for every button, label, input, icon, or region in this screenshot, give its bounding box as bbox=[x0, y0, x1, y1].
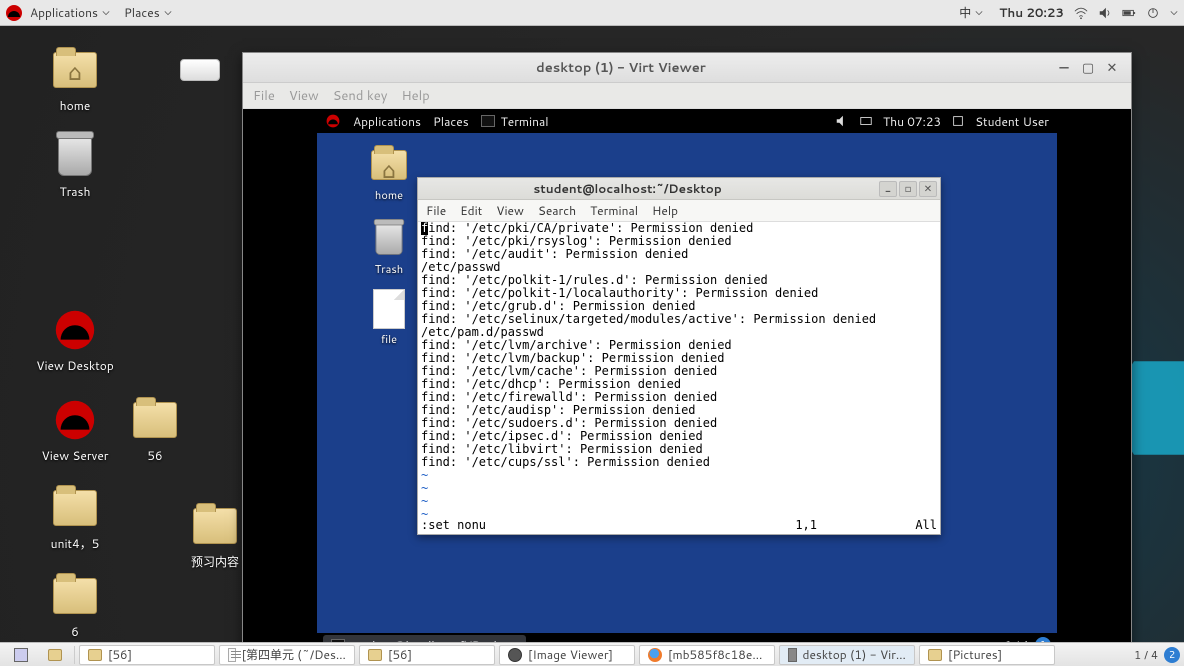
guest-desktop[interactable]: Applications Places Terminal Thu 07:23 S… bbox=[317, 109, 1057, 657]
host-clock: Thu 20:23 bbox=[999, 4, 1064, 21]
taskbar-item[interactable]: [mb585f8c18e… bbox=[639, 645, 775, 665]
app-icon bbox=[368, 649, 382, 661]
desktop-icon-trash[interactable]: Trash bbox=[20, 132, 130, 200]
virt-viewer-menubar: File View Send key Help bbox=[243, 83, 1131, 109]
virt-viewer-titlebar[interactable]: desktop (1) - Virt Viewer — ▢ ✕ bbox=[243, 53, 1131, 83]
redhat-logo-icon bbox=[327, 115, 340, 128]
chevron-down-icon bbox=[164, 9, 172, 17]
volume-icon[interactable] bbox=[1098, 6, 1112, 20]
term-menu-file[interactable]: File bbox=[426, 202, 446, 219]
places-menu[interactable]: Places bbox=[118, 1, 178, 24]
vv-menu-file[interactable]: File bbox=[253, 87, 275, 105]
app-icon bbox=[648, 648, 662, 662]
host-bottom-taskbar: [56][第四单元 (~/Des…[56][Image Viewer][mb58… bbox=[0, 642, 1184, 666]
host-desktop[interactable]: home Trash View Desktop View Server unit… bbox=[0, 26, 1184, 642]
vim-status-line: :set nonu1,1All bbox=[421, 519, 937, 532]
close-button[interactable]: ✕ bbox=[919, 181, 937, 197]
redhat-logo-icon bbox=[6, 5, 22, 21]
terminal-menubar: File Edit View Search Terminal Help bbox=[418, 200, 940, 222]
desktop-icon-unit45[interactable]: unit4，5 bbox=[20, 484, 130, 552]
desktop-icon-home[interactable]: home bbox=[20, 46, 130, 114]
show-desktop-button[interactable] bbox=[6, 645, 36, 665]
term-menu-help[interactable]: Help bbox=[652, 202, 678, 219]
terminal-window[interactable]: student@localhost:~/Desktop _ ▫ ✕ File E… bbox=[417, 177, 941, 535]
vv-menu-help[interactable]: Help bbox=[401, 87, 429, 105]
desktop-icon-6[interactable]: 6 bbox=[20, 572, 130, 640]
desktop-icon-56[interactable]: 56 bbox=[100, 396, 210, 464]
desktop-icon-drive[interactable] bbox=[170, 46, 230, 94]
chevron-down-icon bbox=[102, 9, 110, 17]
virt-viewer-framebuffer[interactable]: Applications Places Terminal Thu 07:23 S… bbox=[243, 109, 1131, 657]
term-menu-view[interactable]: View bbox=[496, 202, 524, 219]
app-icon bbox=[508, 648, 522, 662]
user-icon bbox=[951, 114, 965, 128]
guest-places-menu[interactable]: Places bbox=[433, 113, 469, 130]
terminal-icon[interactable] bbox=[481, 115, 495, 127]
maximize-button[interactable]: ▫ bbox=[899, 181, 917, 197]
taskbar-item[interactable]: desktop (1) - Vir… bbox=[779, 645, 915, 665]
vv-menu-view[interactable]: View bbox=[289, 87, 319, 105]
minimize-button[interactable]: — bbox=[1053, 58, 1075, 78]
app-icon bbox=[228, 648, 236, 662]
applications-label: Applications bbox=[30, 4, 98, 21]
guest-clock: Thu 07:23 bbox=[883, 113, 941, 130]
minimize-button[interactable]: _ bbox=[879, 181, 897, 197]
power-icon[interactable] bbox=[1146, 6, 1160, 20]
maximize-button[interactable]: ▢ bbox=[1077, 58, 1099, 78]
term-menu-edit[interactable]: Edit bbox=[460, 202, 482, 219]
applications-menu[interactable]: Applications bbox=[24, 1, 116, 24]
nm-icon[interactable] bbox=[859, 114, 873, 128]
terminal-title: student@localhost:~/Desktop bbox=[418, 180, 877, 197]
close-button[interactable]: ✕ bbox=[1101, 58, 1123, 78]
taskbar-item[interactable]: [56] bbox=[79, 645, 215, 665]
input-method-indicator[interactable]: 中 bbox=[953, 1, 989, 24]
host-workspace-indicator[interactable]: 1 / 4 2 bbox=[1134, 647, 1180, 663]
chevron-down-icon bbox=[975, 9, 983, 17]
guest-user-label[interactable]: Student User bbox=[975, 113, 1049, 130]
taskbar-item[interactable]: [Image Viewer] bbox=[499, 645, 635, 665]
workspace-badge-icon: 2 bbox=[1164, 647, 1180, 663]
guest-applications-menu[interactable]: Applications bbox=[353, 113, 421, 130]
wifi-icon[interactable] bbox=[1074, 6, 1088, 20]
battery-icon[interactable] bbox=[1122, 6, 1136, 20]
vv-menu-sendkey[interactable]: Send key bbox=[333, 87, 388, 105]
taskbar-item[interactable]: [56] bbox=[359, 645, 495, 665]
volume-icon[interactable] bbox=[835, 114, 849, 128]
terminal-titlebar[interactable]: student@localhost:~/Desktop _ ▫ ✕ bbox=[418, 178, 940, 200]
app-icon bbox=[928, 649, 942, 661]
host-top-panel: Applications Places 中 Thu 20:23 bbox=[0, 0, 1184, 26]
nautilus-launcher[interactable] bbox=[40, 645, 70, 665]
places-label: Places bbox=[124, 4, 160, 21]
guest-top-panel: Applications Places Terminal Thu 07:23 S… bbox=[317, 109, 1057, 133]
term-menu-terminal[interactable]: Terminal bbox=[590, 202, 638, 219]
virt-viewer-title: desktop (1) - Virt Viewer bbox=[251, 59, 1051, 77]
taskbar-item[interactable]: [第四单元 (~/Des… bbox=[219, 645, 355, 665]
chevron-down-icon bbox=[1170, 9, 1178, 17]
guest-terminal-label[interactable]: Terminal bbox=[501, 113, 549, 130]
term-menu-search[interactable]: Search bbox=[538, 202, 576, 219]
app-icon bbox=[788, 648, 797, 662]
terminal-output[interactable]: find: '/etc/pki/CA/private': Permission … bbox=[418, 222, 940, 534]
desktop-icon-view-desktop[interactable]: View Desktop bbox=[20, 306, 130, 374]
taskbar-item[interactable]: [Pictures] bbox=[919, 645, 1055, 665]
virt-viewer-window[interactable]: desktop (1) - Virt Viewer — ▢ ✕ File Vie… bbox=[242, 52, 1132, 658]
app-icon bbox=[88, 649, 102, 661]
